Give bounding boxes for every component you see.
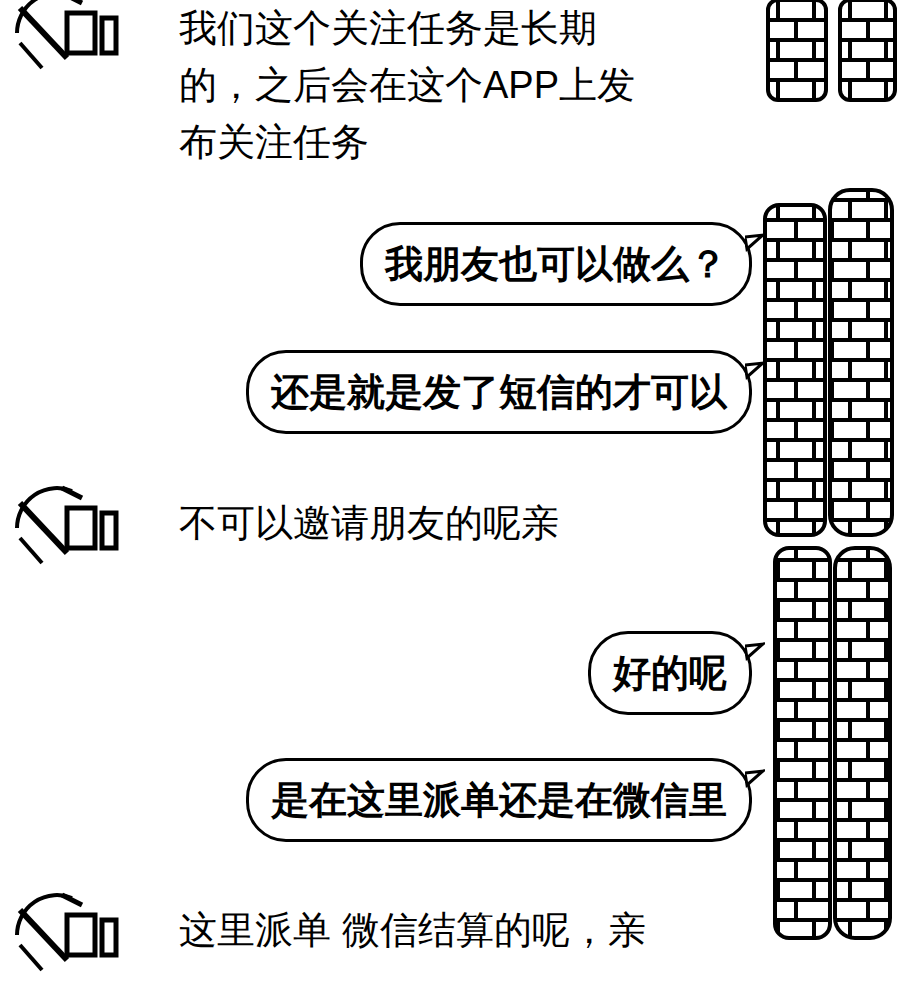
message-row: 还是就是发了短信的才可以: [0, 350, 760, 434]
sent-bubble: 好的呢: [588, 631, 752, 715]
sent-bubble: 我朋友也可以做么？: [360, 222, 752, 306]
message-text: 是在这里派单还是在微信里: [271, 777, 727, 823]
message-text: 我们这个关注任务是长期的，之后会在这个APP上发布关注任务: [179, 0, 659, 171]
message-row: 这里派单 微信结算的呢，亲: [0, 902, 760, 980]
brick-avatar-icon: [760, 0, 900, 945]
message-row: 我们这个关注任务是长期的，之后会在这个APP上发布关注任务: [0, 0, 760, 171]
message-row: 不可以邀请朋友的呢亲: [0, 495, 760, 573]
sent-bubble: 还是就是发了短信的才可以: [246, 350, 752, 434]
contact-avatar-icon[interactable]: [12, 890, 127, 980]
bubble-tail-icon: [745, 233, 765, 253]
bubble-tail-icon: [745, 361, 765, 381]
message-row: 我朋友也可以做么？: [0, 222, 760, 306]
message-text: 不可以邀请朋友的呢亲: [179, 495, 659, 552]
sent-bubble: 是在这里派单还是在微信里: [246, 758, 752, 842]
message-text: 还是就是发了短信的才可以: [271, 369, 727, 415]
bubble-tail-icon: [745, 769, 765, 789]
message-row: 是在这里派单还是在微信里: [0, 758, 760, 842]
message-row: 好的呢: [0, 631, 760, 715]
chat-page: 我们这个关注任务是长期的，之后会在这个APP上发布关注任务我朋友也可以做么？ 还是…: [0, 0, 900, 1007]
contact-avatar-icon[interactable]: [12, 483, 127, 573]
bubble-tail-icon: [745, 642, 765, 662]
message-text: 我朋友也可以做么？: [385, 241, 727, 287]
message-text: 好的呢: [613, 650, 727, 696]
contact-avatar-icon[interactable]: [12, 0, 127, 78]
message-list: 我们这个关注任务是长期的，之后会在这个APP上发布关注任务我朋友也可以做么？ 还是…: [0, 0, 760, 980]
message-text: 这里派单 微信结算的呢，亲: [179, 902, 659, 959]
